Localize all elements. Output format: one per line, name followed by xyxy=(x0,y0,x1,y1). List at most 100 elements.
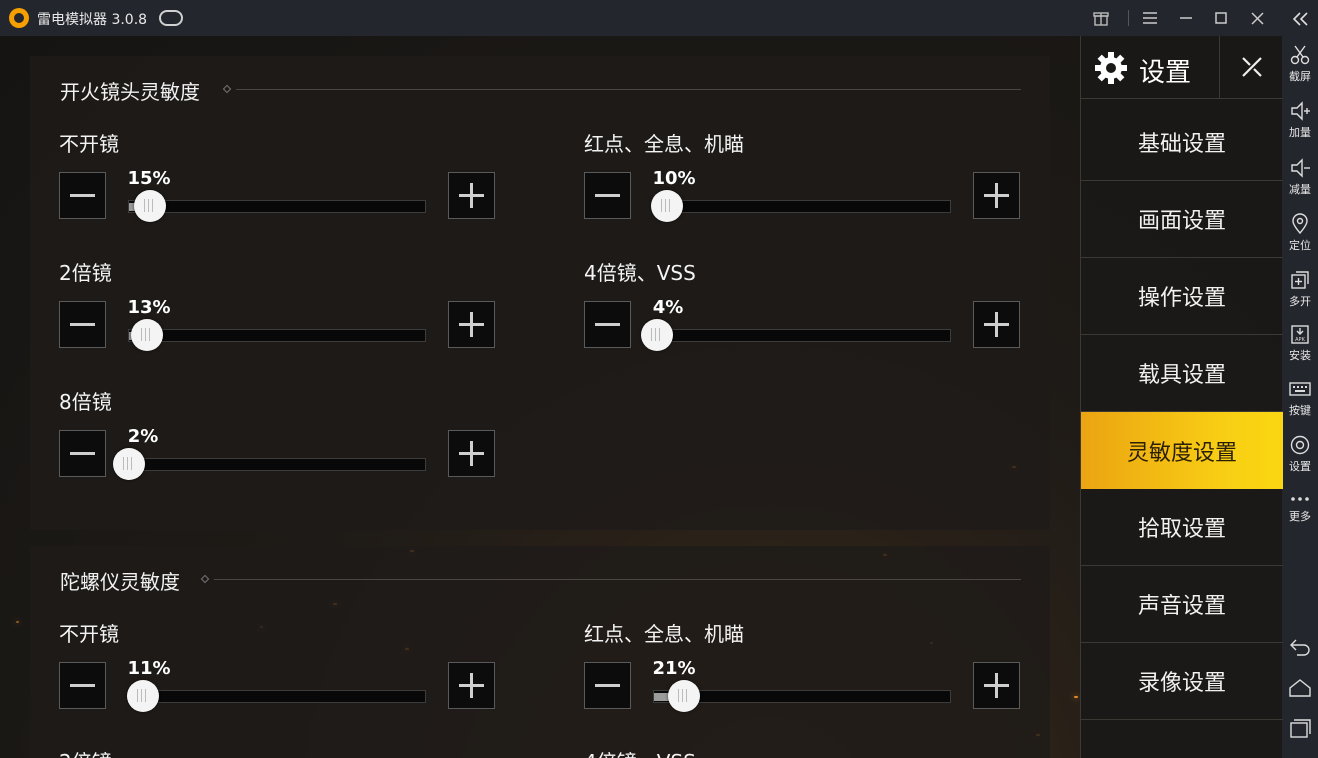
toolbar-label: 加量 xyxy=(1289,126,1311,139)
minus-icon xyxy=(595,323,620,326)
toolbar-label: 截屏 xyxy=(1289,70,1311,83)
slider-track[interactable] xyxy=(128,329,426,342)
slider-value: 10% xyxy=(652,168,696,189)
panel-title: 开火镜头灵敏度 xyxy=(60,80,200,104)
slider-track[interactable] xyxy=(128,690,426,703)
toolbar-item-more[interactable]: 更多 xyxy=(1282,492,1318,524)
slider-thumb[interactable] xyxy=(113,448,145,480)
decrease-button[interactable] xyxy=(59,172,106,219)
toolbar-item-multi-instance[interactable]: 多开 xyxy=(1282,269,1318,309)
minus-icon xyxy=(595,194,620,197)
recent-apps-icon xyxy=(1290,719,1311,738)
menu-item-audio[interactable]: 声音设置 xyxy=(1081,566,1283,643)
setting-label: 4倍镜、VSS xyxy=(584,261,696,285)
gift-icon[interactable] xyxy=(1084,0,1118,36)
collapse-toolbar-button[interactable] xyxy=(1282,8,1318,30)
toolbar-item-keymap[interactable]: 按键 xyxy=(1282,378,1318,418)
increase-button[interactable] xyxy=(448,301,495,348)
menu-item-basic[interactable]: 基础设置 xyxy=(1081,104,1283,181)
decrease-button[interactable] xyxy=(584,172,631,219)
decrease-button[interactable] xyxy=(584,662,631,709)
menu-item-controls[interactable]: 操作设置 xyxy=(1081,258,1283,335)
setting-label: 4倍镜、VSS xyxy=(584,746,696,758)
increase-button[interactable] xyxy=(448,172,495,219)
slider-thumb[interactable] xyxy=(651,190,683,222)
app-logo-icon xyxy=(9,8,29,28)
toolbar-item-settings[interactable]: 设置 xyxy=(1282,434,1318,474)
slider-track[interactable] xyxy=(128,200,426,213)
toolbar-item-location[interactable]: 定位 xyxy=(1282,213,1318,253)
recent-apps-button[interactable] xyxy=(1282,717,1318,739)
slider-track[interactable] xyxy=(128,458,426,471)
minus-icon xyxy=(595,684,620,687)
slider-thumb[interactable] xyxy=(641,319,673,351)
settings-header: 设置 xyxy=(1081,36,1283,99)
increase-button[interactable] xyxy=(448,662,495,709)
decrease-button[interactable] xyxy=(584,301,631,348)
gamepad-icon[interactable] xyxy=(159,10,183,26)
double-chevron-left-icon xyxy=(1292,12,1308,26)
menu-item-vehicle[interactable]: 载具设置 xyxy=(1081,335,1283,412)
minus-icon xyxy=(70,684,95,687)
settings-title: 设置 xyxy=(1139,58,1192,88)
close-icon[interactable] xyxy=(1240,0,1274,36)
setting-label: 红点、全息、机瞄 xyxy=(584,622,744,646)
slider-value: 21% xyxy=(652,658,696,679)
menu-item-pickup[interactable]: 拾取设置 xyxy=(1081,489,1283,566)
menu-item-label: 灵敏度设置 xyxy=(1126,440,1237,466)
toolbar-item-volume-up[interactable]: 加量 xyxy=(1282,100,1318,140)
toolbar-label: 减量 xyxy=(1289,183,1311,196)
minimize-icon[interactable] xyxy=(1169,0,1203,36)
volume-down-icon xyxy=(1291,158,1310,178)
menu-item-graphics[interactable]: 画面设置 xyxy=(1081,181,1283,258)
menu-item-sensitivity[interactable]: 灵敏度设置 xyxy=(1081,412,1283,489)
increase-button[interactable] xyxy=(448,430,495,477)
more-dots-icon xyxy=(1291,497,1309,501)
svg-text:APK: APK xyxy=(1295,337,1305,343)
slider-track[interactable] xyxy=(653,200,951,213)
menu-item-label: 录像设置 xyxy=(1137,671,1226,696)
toolbar-label: 多开 xyxy=(1289,295,1311,308)
toolbar-label: 安装 xyxy=(1289,349,1311,362)
setting-label: 8倍镜 xyxy=(59,390,112,414)
menu-item-label: 声音设置 xyxy=(1137,594,1226,619)
toolbar-label: 设置 xyxy=(1289,460,1311,473)
setting-label: 2倍镜 xyxy=(59,746,112,758)
side-toolbar: 截屏 加量 减量 定位 多开 APK 安装 按键 设置 更多 xyxy=(1282,0,1318,758)
panel-title: 陀螺仪灵敏度 xyxy=(60,570,180,594)
apk-install-icon: APK xyxy=(1291,325,1309,344)
close-settings-button[interactable] xyxy=(1219,36,1283,99)
slider-thumb[interactable] xyxy=(134,190,166,222)
maximize-icon[interactable] xyxy=(1204,0,1238,36)
menu-item-label: 拾取设置 xyxy=(1137,517,1226,542)
home-button[interactable] xyxy=(1282,677,1318,699)
increase-button[interactable] xyxy=(973,172,1020,219)
slider-value: 13% xyxy=(127,297,171,318)
slider-track[interactable] xyxy=(653,329,951,342)
toolbar-item-install-apk[interactable]: APK 安装 xyxy=(1282,323,1318,363)
menu-item-recording[interactable]: 录像设置 xyxy=(1081,643,1283,720)
decrease-button[interactable] xyxy=(59,662,106,709)
multi-instance-icon xyxy=(1291,271,1309,289)
settings-sidebar: 设置 基础设置 画面设置 操作设置 载具设置 灵敏度设置 拾取设置 声音设置 录… xyxy=(1080,36,1283,758)
toolbar-item-screenshot[interactable]: 截屏 xyxy=(1282,44,1318,84)
title-bar: 雷电模拟器 3.0.8 xyxy=(0,0,1282,36)
back-icon xyxy=(1290,639,1310,656)
decrease-button[interactable] xyxy=(59,301,106,348)
slider-value: 4% xyxy=(652,297,684,318)
slider-thumb[interactable] xyxy=(131,319,163,351)
location-pin-icon xyxy=(1292,213,1308,235)
increase-button[interactable] xyxy=(973,662,1020,709)
keyboard-icon xyxy=(1289,382,1311,396)
menu-item-label: 基础设置 xyxy=(1137,132,1226,157)
toolbar-item-volume-down[interactable]: 减量 xyxy=(1282,157,1318,197)
decrease-button[interactable] xyxy=(59,430,106,477)
slider-thumb[interactable] xyxy=(668,680,700,712)
menu-icon[interactable] xyxy=(1133,0,1167,36)
gear-icon xyxy=(1290,435,1310,455)
volume-up-icon xyxy=(1291,101,1310,121)
slider-thumb[interactable] xyxy=(127,680,159,712)
back-button[interactable] xyxy=(1282,636,1318,658)
increase-button[interactable] xyxy=(973,301,1020,348)
gear-icon xyxy=(1095,52,1127,84)
